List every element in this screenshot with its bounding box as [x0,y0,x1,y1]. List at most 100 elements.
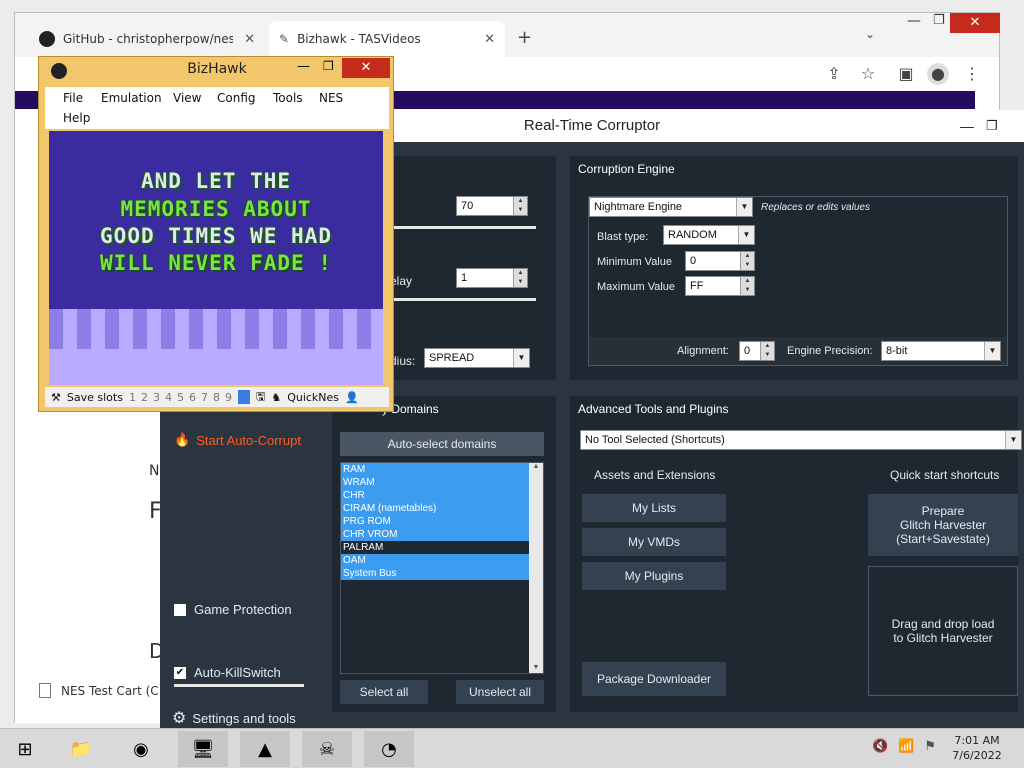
profile-avatar-icon[interactable]: ● [927,63,949,85]
auto-select-domains-button[interactable]: Auto-select domains [340,432,544,456]
bizhawk-app-icon[interactable]: ◔ [364,731,414,767]
unselect-all-button[interactable]: Unselect all [456,680,544,704]
close-window-button[interactable]: ✕ [342,58,390,78]
domain-item[interactable]: OAM [341,554,529,567]
bookmark-star-icon[interactable]: ☆ [857,63,879,85]
tab-label: GitHub - christopherpow/nes-tes [63,32,233,46]
auto-killswitch-toggle[interactable]: ✔ Auto-KillSwitch [174,665,281,680]
scroll-down-icon[interactable]: ▼ [529,664,543,671]
drag-drop-zone[interactable]: Drag and drop load to Glitch Harvester [868,566,1018,696]
checkbox[interactable] [174,603,186,616]
menu-kebab-icon[interactable]: ⋮ [961,63,983,85]
tool-dropdown[interactable]: No Tool Selected (Shortcuts) ▼ [580,430,1022,450]
menu-file[interactable]: File [63,91,83,105]
spin-arrows-icon[interactable]: ▲ ▼ [740,252,754,270]
file-explorer-icon[interactable]: 📁 [56,731,106,767]
save-slot[interactable]: 8 [213,391,220,404]
tab-bizhawk[interactable]: ✎ Bizhawk - TASVideos ✕ [269,21,505,57]
clock[interactable]: 7:01 AM 7/6/2022 [940,733,1014,763]
control-panel-icon[interactable]: 🖥 [178,731,228,767]
close-window-button[interactable]: ✕ [950,13,1000,33]
domain-item[interactable]: CHR VROM [341,528,529,541]
assets-title: Assets and Extensions [594,468,716,482]
tab-search-icon[interactable]: ⌄ [865,27,875,41]
radius-dropdown[interactable]: SPREAD ▼ [424,348,530,368]
action-center-icon[interactable]: ⚑ [924,739,936,754]
package-downloader-button[interactable]: Package Downloader [582,662,726,696]
engine-dropdown[interactable]: Nightmare Engine ▼ [589,197,753,217]
chevron-down-icon: ▼ [513,349,529,367]
app-triangle-icon[interactable]: ▲ [240,731,290,767]
alignment-input[interactable]: 0 ▲ ▼ [739,341,775,361]
domain-item[interactable]: System Bus [341,567,529,580]
new-tab-icon[interactable]: + [517,27,532,48]
side-panel-icon[interactable]: ▣ [895,63,917,85]
scroll-up-icon[interactable]: ▲ [533,463,540,470]
file-link[interactable]: NES Test Cart (C [61,684,159,698]
maximize-icon[interactable]: ❐ [986,110,998,142]
menu-config[interactable]: Config [217,91,256,105]
game-screen[interactable]: AND LET THE MEMORIES ABOUT GOOD TIMES WE… [49,131,383,385]
domain-item[interactable]: WRAM [341,476,529,489]
save-slot[interactable]: 3 [153,391,160,404]
max-value-input[interactable]: FF ▲ ▼ [685,276,755,296]
settings-and-tools-button[interactable]: ⚙ Settings and tools [172,708,296,728]
spin-arrows-icon[interactable]: ▲ ▼ [513,197,527,215]
start-auto-corrupt-button[interactable]: 🔥 Start Auto-Corrupt [174,432,301,448]
close-tab-icon[interactable]: ✕ [244,32,255,47]
menu-view[interactable]: View [173,91,201,105]
spin-arrows-icon[interactable]: ▲ ▼ [760,342,774,360]
minimize-icon[interactable]: — [297,59,310,74]
settings-label: Settings and tools [192,710,296,726]
game-protection-toggle[interactable]: Game Protection [174,602,292,617]
delay-input[interactable]: 1 ▲ ▼ [456,268,528,288]
maximize-icon[interactable]: ❐ [323,59,334,73]
domain-item[interactable]: CIRAM (nametables) [341,502,529,515]
blast-type-dropdown[interactable]: RANDOM ▼ [663,225,755,245]
select-all-button[interactable]: Select all [340,680,428,704]
domain-item[interactable]: PRG ROM [341,515,529,528]
rtc-app-icon[interactable]: ☠ [302,731,352,767]
domain-item[interactable]: PALRAM [341,541,529,554]
save-slot[interactable]: 2 [141,391,148,404]
system-tray: 🔇 📶 ⚑ [872,739,936,754]
maximize-icon[interactable]: ❐ [933,13,945,28]
menu-emulation[interactable]: Emulation [101,91,162,105]
memory-domains-panel: y Domains Auto-select domains RAM WRAM CHR… [332,396,556,712]
my-plugins-button[interactable]: My Plugins [582,562,726,590]
spin-arrows-icon[interactable]: ▲ ▼ [740,277,754,295]
slot-active-icon[interactable] [237,390,250,404]
minimize-icon[interactable]: — [907,13,921,29]
my-lists-button[interactable]: My Lists [582,494,726,522]
my-vmds-button[interactable]: My VMDs [582,528,726,556]
minimize-icon[interactable]: — [960,110,974,142]
menu-nes[interactable]: NES [319,91,343,105]
windows-start-icon[interactable]: ⊞ [0,731,50,767]
save-slot[interactable]: 1 [129,391,136,404]
speaker-muted-icon[interactable]: 🔇 [872,739,888,754]
save-slot[interactable]: 9 [225,391,232,404]
save-slot[interactable]: 7 [201,391,208,404]
page-text-fragment: N [149,463,160,479]
tab-github[interactable]: GitHub - christopherpow/nes-tes ✕ [29,21,265,57]
intensity-input[interactable]: 70 ▲ ▼ [456,196,528,216]
min-value-input[interactable]: 0 ▲ ▼ [685,251,755,271]
menu-tools[interactable]: Tools [273,91,303,105]
domain-item[interactable]: RAM [341,463,529,476]
max-value-label: Maximum Value [597,281,676,293]
share-icon[interactable]: ⇪ [823,63,845,85]
checkbox-checked[interactable]: ✔ [174,666,186,679]
file-row[interactable]: NES Test Cart (C [39,683,159,698]
scrollbar[interactable]: ▲ ▼ [529,463,543,673]
spin-arrows-icon[interactable]: ▲ ▼ [513,269,527,287]
menu-help[interactable]: Help [63,111,90,125]
save-slot[interactable]: 6 [189,391,196,404]
precision-dropdown[interactable]: 8-bit ▼ [881,341,1001,361]
close-tab-icon[interactable]: ✕ [484,32,495,47]
domain-item[interactable]: CHR [341,489,529,502]
save-slot[interactable]: 4 [165,391,172,404]
save-slot[interactable]: 5 [177,391,184,404]
chrome-icon[interactable]: ◉ [116,731,166,767]
prepare-glitch-harvester-button[interactable]: Prepare Glitch Harvester (Start+Savestat… [868,494,1018,556]
network-icon[interactable]: 📶 [898,739,914,754]
